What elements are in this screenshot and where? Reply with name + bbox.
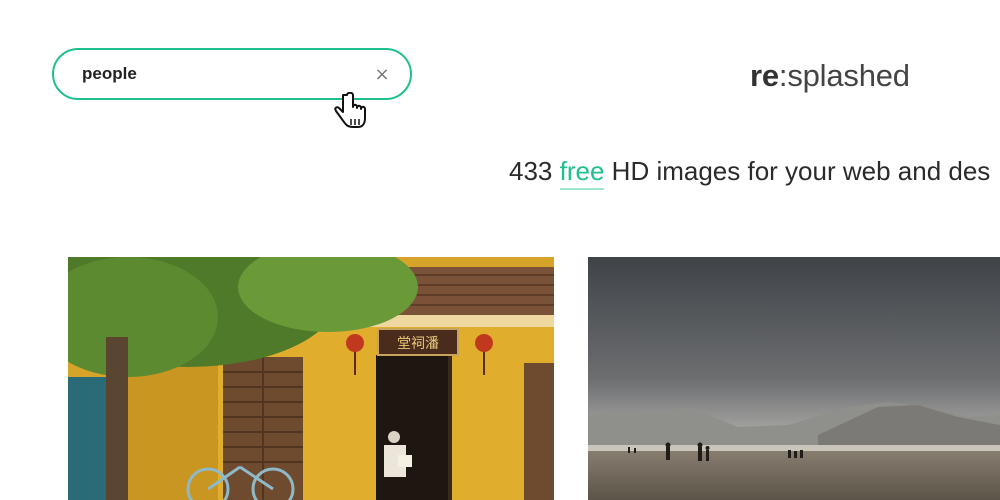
- yellow-house-photo[interactable]: 堂祠潘: [68, 257, 554, 500]
- temple-sign-text: 堂祠潘: [397, 336, 439, 352]
- tagline: 433 free HD images for your web and des: [509, 156, 991, 190]
- hand-pointer-cursor-icon: [334, 92, 366, 128]
- image-count: 433: [509, 156, 553, 186]
- search-input[interactable]: [82, 64, 372, 84]
- logo-bold: re: [750, 58, 779, 93]
- clear-search-icon[interactable]: ×: [372, 64, 392, 85]
- tagline-rest: HD images for your web and des: [611, 156, 991, 186]
- free-link[interactable]: free: [559, 156, 605, 190]
- site-logo[interactable]: re:splashed: [750, 58, 910, 94]
- beach-photo[interactable]: [588, 257, 1000, 500]
- logo-light: splashed: [787, 58, 910, 93]
